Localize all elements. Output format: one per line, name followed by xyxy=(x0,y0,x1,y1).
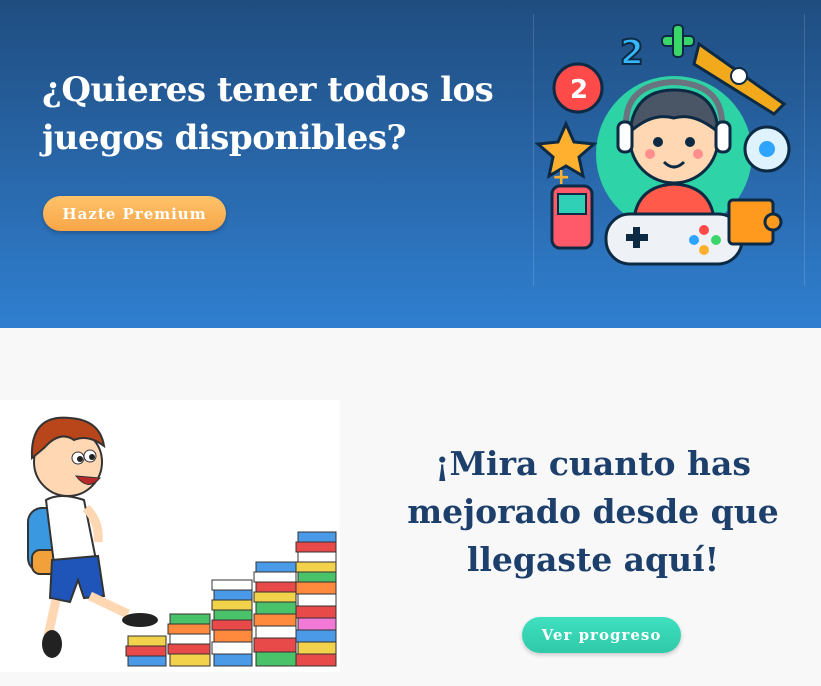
book-stack-5 xyxy=(295,531,337,667)
progress-headline: ¡Mira cuanto has mejorado desde que lleg… xyxy=(407,444,779,579)
number-bubble-text-2: 2 xyxy=(570,75,588,105)
kid-climbing-books-illustration xyxy=(0,400,340,672)
ver-progreso-button[interactable]: Ver progreso xyxy=(522,617,681,653)
school-kid xyxy=(27,416,158,658)
hazte-premium-button[interactable]: Hazte Premium xyxy=(43,196,226,231)
number-bubble-text-1: 2 xyxy=(620,33,644,73)
gem-icon xyxy=(743,125,791,173)
plus-icon xyxy=(661,24,695,58)
puzzle-piece-icon xyxy=(727,198,783,246)
book-stack-4 xyxy=(253,561,297,667)
gamer-kid-illustration: 2 2 + xyxy=(533,14,805,286)
book-stack-1 xyxy=(125,635,167,667)
book-stack-3 xyxy=(211,579,253,667)
speech-bubble-icon: 2 xyxy=(552,62,604,114)
book-stack-2 xyxy=(167,613,211,667)
gamepad-icon xyxy=(604,212,744,266)
premium-headline: ¿Quieres tener todos los juegos disponib… xyxy=(42,70,494,158)
premium-banner: ¿Quieres tener todos los juegos disponib… xyxy=(0,0,821,328)
handheld-console-icon xyxy=(550,184,594,250)
small-plus-icon: + xyxy=(552,165,570,190)
